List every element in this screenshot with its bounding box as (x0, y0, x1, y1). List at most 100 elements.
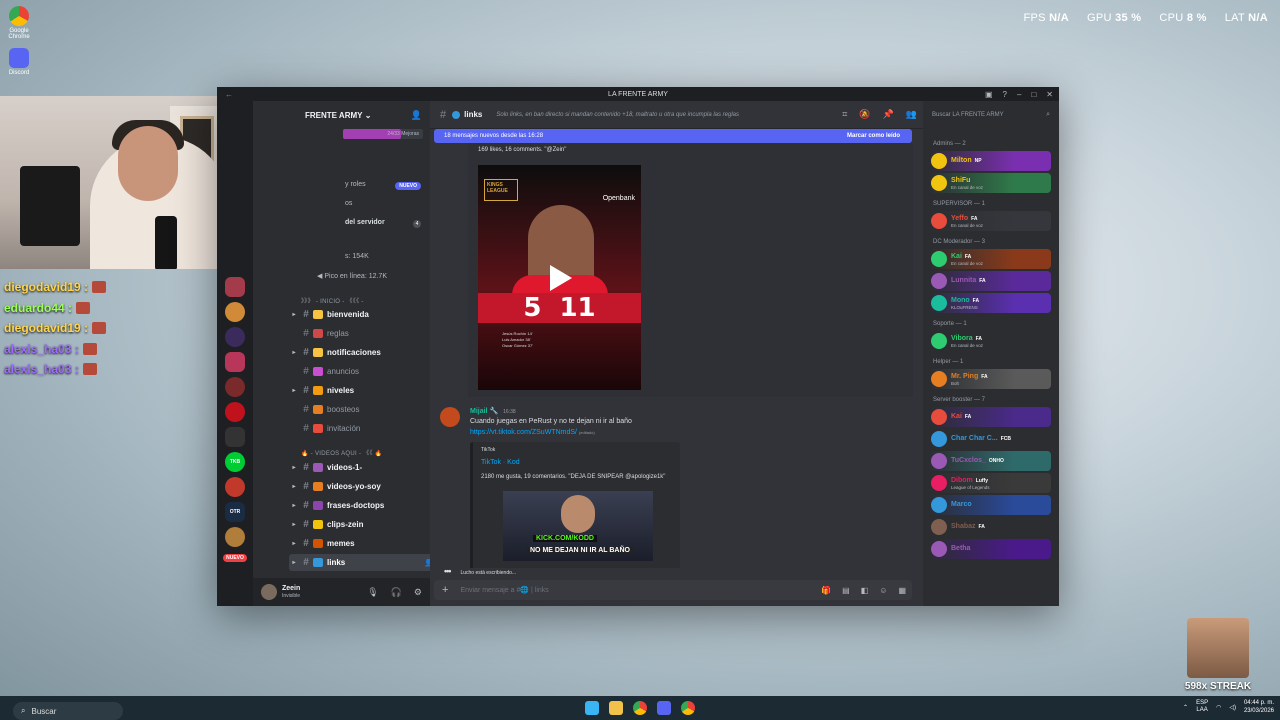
server-icon[interactable] (225, 277, 245, 297)
maximize-button[interactable]: □ (1031, 90, 1036, 99)
member-item[interactable]: Mr. Ping FA Bolt (929, 369, 1051, 389)
pin-icon[interactable]: 📌 (883, 109, 894, 120)
minimize-button[interactable]: – (1017, 90, 1021, 99)
inbox-icon[interactable]: ▣ (985, 90, 993, 99)
wifi-icon[interactable]: ◠ (1216, 704, 1221, 711)
server-icon[interactable] (225, 377, 245, 397)
member-item[interactable]: Marco (929, 495, 1051, 515)
server-icon[interactable]: OTR (225, 502, 245, 522)
mark-as-read-button[interactable]: Marcar como leído (847, 133, 900, 139)
member-item[interactable]: Lunnita FA (929, 271, 1051, 291)
server-guide-item[interactable]: del servidor (345, 219, 385, 226)
chevron-right-icon[interactable]: ▸ (289, 521, 299, 528)
close-button[interactable]: ✕ (1046, 90, 1053, 99)
boost-progress[interactable]: 24/33 Mejoras (343, 129, 423, 139)
new-messages-bar[interactable]: 18 mensajes nuevos desde las 16:28 Marca… (434, 129, 912, 143)
embed-thumbnail[interactable]: KICK.COM/KODD NO ME DEJAN NI IR AL BAÑO (503, 491, 653, 561)
chevron-right-icon[interactable]: ▸ (289, 349, 299, 356)
avatar[interactable] (440, 407, 460, 427)
members-icon[interactable]: 👥 (906, 109, 917, 120)
emoji-icon[interactable]: ☺ (879, 586, 887, 595)
channel-emoji-icon (313, 424, 323, 433)
desktop-discord-shortcut[interactable]: Discord (6, 48, 32, 76)
chevron-right-icon[interactable]: ▸ (289, 311, 299, 318)
new-badge: NUEVO (395, 182, 421, 190)
member-name: Marco (951, 501, 972, 508)
video-embed[interactable]: KINGS LEAGUE Openbank 5 11 Jesús Rochín … (478, 165, 641, 390)
member-item[interactable]: Milton NP (929, 151, 1051, 171)
play-icon[interactable] (550, 265, 572, 291)
microphone-icon[interactable]: 🎙 (367, 587, 378, 598)
member-tag: Luffy (975, 477, 989, 484)
avatar (931, 153, 947, 169)
member-item[interactable]: Shabaz FA (929, 517, 1051, 537)
avatar[interactable] (261, 584, 277, 600)
chevron-up-icon[interactable]: ⌃ (1183, 704, 1188, 711)
volume-icon[interactable]: ◁) (1229, 704, 1236, 711)
chevron-right-icon[interactable]: ▸ (289, 464, 299, 471)
chevron-right-icon[interactable]: ▸ (289, 540, 299, 547)
server-icon[interactable] (225, 327, 245, 347)
gear-icon[interactable]: ⚙ (414, 587, 422, 598)
server-icon[interactable] (225, 352, 245, 372)
server-icon[interactable] (225, 302, 245, 322)
window-title: LA FRENTE ARMY (608, 90, 668, 98)
server-header[interactable]: FRENTE ARMY ⌄ 👤 (253, 101, 430, 129)
channel-topic[interactable]: Solo links, en ban directo si mandan con… (496, 112, 739, 118)
category-videos[interactable]: 🔥 - VIDEOS AQUI - 《《 🔥+ (301, 447, 456, 457)
member-item[interactable]: Vibora FA En canal de voz (929, 331, 1051, 351)
member-item[interactable]: Betha (929, 539, 1051, 559)
gift-icon[interactable]: 🎁 (821, 586, 831, 595)
chevron-right-icon[interactable]: ▸ (289, 502, 299, 509)
channels-roles-item[interactable]: y roles (345, 181, 366, 188)
channel-emoji-icon (313, 463, 323, 472)
member-item[interactable]: Yeffo FA En canal de voz (929, 211, 1051, 231)
help-icon[interactable]: ? (1003, 90, 1007, 99)
file-explorer-icon[interactable] (609, 701, 623, 715)
message-composer[interactable]: + Enviar mensaje a #🌐 | links 🎁 ▤ ◧ ☺ ▦ (434, 580, 912, 600)
server-icon[interactable] (225, 427, 245, 447)
headphones-icon[interactable]: 🎧 (391, 587, 402, 598)
member-item[interactable]: TuCxclos_ ONHO (929, 451, 1051, 471)
add-member-icon[interactable]: 👤 (411, 110, 422, 121)
attach-plus-icon[interactable]: + (442, 584, 448, 596)
mute-bell-icon[interactable]: 🔕 (859, 109, 870, 120)
discord-icon[interactable] (657, 701, 671, 715)
channel-name: bienvenida (327, 310, 369, 319)
member-item[interactable]: Mono FA KLOuFRENS (929, 293, 1051, 313)
taskbar-search[interactable]: ⌕ Buscar (13, 702, 123, 720)
gif-icon[interactable]: ▤ (842, 586, 850, 595)
chevron-right-icon[interactable]: ▸ (289, 483, 299, 490)
channel-name: anuncios (327, 367, 360, 376)
channel-name: videos-yo-soy (327, 482, 381, 491)
sticker-icon[interactable]: ◧ (861, 586, 869, 595)
apps-icon[interactable]: ▦ (898, 586, 906, 595)
back-arrow-icon[interactable]: ← (225, 90, 233, 99)
server-icon[interactable] (225, 527, 245, 547)
member-item[interactable]: Kai FA (929, 407, 1051, 427)
language-indicator[interactable]: ESP LAA (1196, 700, 1208, 714)
member-item[interactable]: Char Char C... FCB (929, 429, 1051, 449)
chrome-icon[interactable] (681, 701, 695, 715)
message-list[interactable]: 169 likes, 16 comments. "@Zein" KINGS LE… (430, 143, 913, 568)
member-name: Char Char C... (951, 435, 998, 442)
threads-icon[interactable]: ⌗ (842, 109, 847, 120)
message-author[interactable]: Mijail (470, 408, 488, 415)
clock[interactable]: 04:44 p. m. 23/03/2026 (1244, 699, 1274, 715)
member-item[interactable]: ShiFu En canal de voz (929, 173, 1051, 193)
desktop-chrome-shortcut[interactable]: Google Chrome (6, 6, 32, 40)
server-icon[interactable] (225, 402, 245, 422)
chrome-icon[interactable] (633, 701, 647, 715)
embed-title[interactable]: TikTok · Kod (481, 459, 520, 466)
server-icon[interactable]: TKB (225, 452, 245, 472)
message-link[interactable]: https://vt.tiktok.com/ZSuWTNmdS/ (editad… (470, 429, 595, 436)
category-inicio[interactable]: 》》》 - INICIO - 《《《 -+ (301, 295, 456, 305)
chevron-right-icon[interactable]: ▸ (289, 387, 299, 394)
chevron-right-icon[interactable]: ▸ (289, 559, 299, 566)
windows-start-icon[interactable] (585, 701, 599, 715)
server-icon[interactable] (225, 477, 245, 497)
channel-active[interactable]: ▸#links👤⚙ (289, 554, 449, 571)
member-search-input[interactable]: Buscar LA FRENTE ARMY ⌕ (928, 107, 1054, 123)
member-item[interactable]: Dibom Luffy League of Legends (929, 473, 1051, 493)
member-item[interactable]: Kai FA En canal de voz (929, 249, 1051, 269)
